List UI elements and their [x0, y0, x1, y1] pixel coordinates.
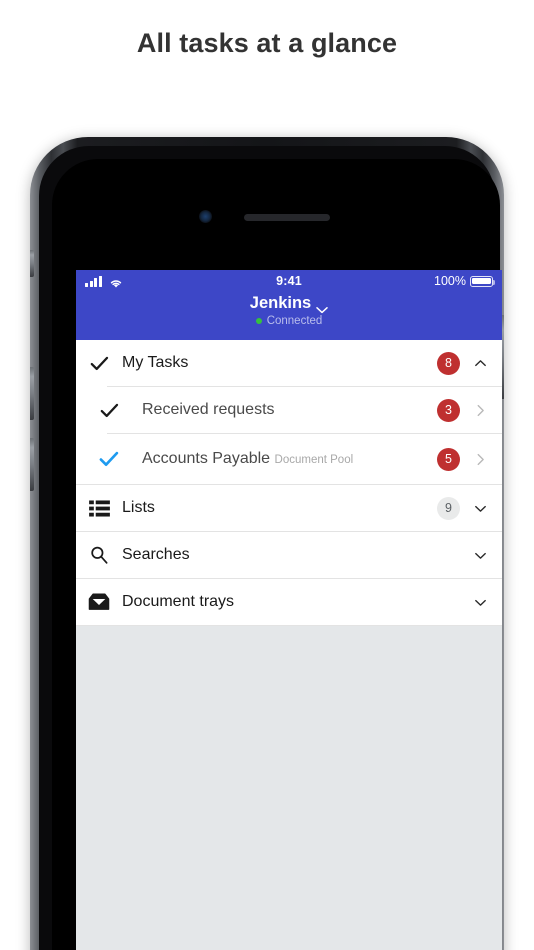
- search-icon: [76, 545, 122, 565]
- app-bar: 9:41 100% Jenkins Connected: [76, 270, 502, 340]
- list-item-label: Document trays: [122, 593, 235, 610]
- list-item-lists[interactable]: Lists 9: [76, 485, 502, 531]
- connection-status: Connected: [76, 314, 502, 328]
- list-item-text: Lists: [122, 498, 437, 518]
- battery-full-icon: [470, 275, 496, 287]
- list-item-sublabel: Document Pool: [274, 454, 354, 466]
- status-badge: 9: [437, 496, 460, 520]
- list-item-text: Received requests: [142, 400, 437, 420]
- list-item-text: Searches: [122, 545, 472, 565]
- list-item-label: Received requests: [142, 401, 275, 418]
- empty-content-area: [76, 626, 502, 950]
- volume-down-button[interactable]: [30, 438, 34, 491]
- page-title: All tasks at a glance: [136, 28, 398, 58]
- list-item-received-requests[interactable]: Received requests 3: [76, 387, 502, 433]
- nav-title-area[interactable]: Jenkins Connected: [76, 293, 502, 328]
- chevron-down-icon[interactable]: [472, 594, 488, 610]
- list-item-document-trays[interactable]: Document trays: [76, 579, 502, 625]
- list-item-label: Lists: [122, 499, 155, 516]
- chevron-up-icon[interactable]: [472, 355, 488, 371]
- status-badge: 8: [437, 351, 460, 375]
- check-icon: [76, 353, 122, 374]
- earpiece-speaker: [244, 214, 330, 221]
- status-dot-icon: [255, 318, 262, 324]
- connection-status-label: Connected: [266, 315, 323, 327]
- status-bar: 9:41 100%: [76, 270, 502, 292]
- chevron-down-icon[interactable]: [472, 500, 488, 516]
- front-camera-icon: [199, 210, 212, 223]
- chevron-right-icon[interactable]: [472, 451, 488, 467]
- check-icon: [76, 400, 142, 421]
- list-icon: [76, 499, 122, 517]
- device-bezel: 9:41 100% Jenkins Connected My Tasks 8 R…: [39, 146, 502, 950]
- status-badge: 3: [437, 398, 460, 422]
- device-glass: 9:41 100% Jenkins Connected My Tasks 8 R…: [52, 159, 502, 950]
- list-item-text: Document trays: [122, 592, 472, 612]
- app-screen: 9:41 100% Jenkins Connected My Tasks 8 R…: [76, 270, 502, 950]
- list-item-label: My Tasks: [122, 354, 189, 371]
- nav-title-button[interactable]: Jenkins: [249, 293, 328, 314]
- list-item-label: Accounts Payable: [142, 450, 271, 467]
- nav-title-label: Jenkins: [249, 294, 312, 312]
- list-item-label: Searches: [122, 546, 190, 563]
- inbox-tray-icon: [76, 593, 122, 611]
- task-list: My Tasks 8 Received requests 3 Accounts …: [76, 340, 502, 950]
- check-icon: [76, 448, 142, 470]
- chevron-down-icon[interactable]: [472, 547, 488, 563]
- list-item-accounts-payable[interactable]: Accounts Payable Document Pool 5: [76, 434, 502, 484]
- iphone-device-frame: 9:41 100% Jenkins Connected My Tasks 8 R…: [30, 137, 504, 950]
- status-bar-time: 9:41: [276, 274, 302, 288]
- silent-switch[interactable]: [30, 250, 34, 277]
- list-item-text: Accounts Payable Document Pool: [142, 449, 437, 469]
- list-item-my-tasks[interactable]: My Tasks 8: [76, 340, 502, 386]
- status-badge: 5: [437, 447, 460, 471]
- list-item-searches[interactable]: Searches: [76, 532, 502, 578]
- chevron-right-icon[interactable]: [472, 402, 488, 418]
- list-item-text: My Tasks: [122, 353, 437, 373]
- chevron-down-icon: [316, 299, 328, 314]
- volume-up-button[interactable]: [30, 367, 34, 420]
- screenshot-root: All tasks at a glance 9:41 100% Jenkins …: [0, 0, 534, 950]
